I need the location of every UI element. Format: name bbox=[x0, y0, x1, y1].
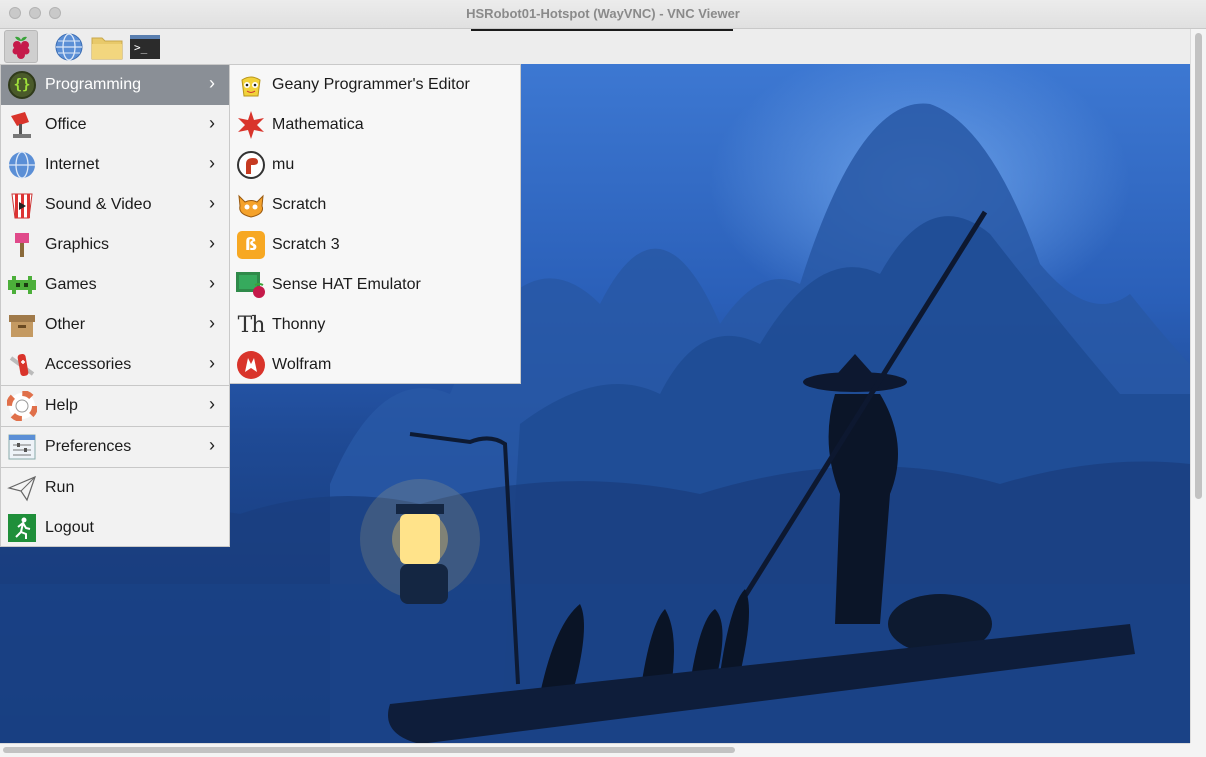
horizontal-scrollbar[interactable] bbox=[0, 743, 1190, 757]
folder-icon bbox=[91, 37, 123, 59]
menu-item-preferences[interactable]: Preferences › bbox=[1, 427, 230, 467]
menu-item-label: Accessories bbox=[45, 356, 132, 373]
submenu-item-label: Scratch 3 bbox=[272, 236, 340, 253]
taskbar: >_ bbox=[0, 29, 1190, 64]
submenu-item-thonny[interactable]: Th Thonny bbox=[230, 305, 520, 345]
menu-item-label: Run bbox=[45, 479, 75, 496]
menu-item-office[interactable]: Office › bbox=[1, 105, 230, 145]
menu-item-label: Sound & Video bbox=[45, 196, 152, 213]
internet-icon bbox=[6, 149, 38, 181]
submenu-item-scratch-3[interactable]: ß Scratch 3 bbox=[230, 225, 520, 265]
chevron-right-icon: › bbox=[209, 153, 215, 173]
thonny-icon: Th bbox=[235, 309, 267, 341]
horizontal-scroll-thumb[interactable] bbox=[3, 747, 735, 753]
menu-item-label: Preferences bbox=[45, 438, 132, 455]
window-titlebar[interactable]: HSRobot01-Hotspot (WayVNC) - VNC Viewer bbox=[0, 0, 1206, 29]
menu-item-label: Other bbox=[45, 316, 86, 333]
web-browser-button[interactable] bbox=[52, 30, 86, 63]
chevron-right-icon: › bbox=[209, 193, 215, 213]
submenu-item-sense-hat[interactable]: Sense HAT Emulator bbox=[230, 265, 520, 305]
chevron-right-icon: › bbox=[209, 273, 215, 293]
tooltip-edge bbox=[471, 29, 733, 31]
submenu-item-label: Geany Programmer's Editor bbox=[272, 76, 470, 93]
menu-item-label: Internet bbox=[45, 156, 100, 173]
menu-item-accessories[interactable]: Accessories › bbox=[1, 345, 230, 385]
window-title: HSRobot01-Hotspot (WayVNC) - VNC Viewer bbox=[466, 6, 740, 21]
sound-video-icon bbox=[6, 189, 38, 221]
terminal-icon: >_ bbox=[130, 34, 160, 59]
submenu-item-label: Wolfram bbox=[272, 356, 332, 373]
vertical-scroll-thumb[interactable] bbox=[1195, 33, 1202, 499]
submenu-item-mathematica[interactable]: Mathematica bbox=[230, 105, 520, 145]
logout-icon bbox=[6, 512, 38, 544]
globe-icon bbox=[55, 32, 83, 61]
menu-item-games[interactable]: Games › bbox=[1, 265, 230, 305]
chevron-right-icon: › bbox=[209, 233, 215, 253]
submenu-item-label: Scratch bbox=[272, 196, 327, 213]
menu-item-help[interactable]: Help › bbox=[1, 386, 230, 426]
scroll-corner bbox=[1190, 743, 1206, 757]
chevron-right-icon: › bbox=[209, 313, 215, 333]
chevron-right-icon: › bbox=[209, 394, 215, 414]
vertical-scrollbar[interactable] bbox=[1190, 29, 1206, 743]
menu-item-other[interactable]: Other › bbox=[1, 305, 230, 345]
scratch3-icon: ß bbox=[235, 229, 267, 261]
mu-icon bbox=[235, 149, 267, 181]
submenu-item-mu[interactable]: mu bbox=[230, 145, 520, 185]
programming-icon: {} bbox=[6, 69, 38, 101]
other-icon bbox=[6, 309, 38, 341]
menu-item-graphics[interactable]: Graphics › bbox=[1, 225, 230, 265]
programming-submenu: Geany Programmer's Editor Mathematica mu… bbox=[229, 64, 521, 384]
sense-hat-icon bbox=[235, 269, 267, 301]
submenu-item-label: Thonny bbox=[272, 316, 326, 333]
applications-menu-button[interactable] bbox=[4, 30, 38, 63]
submenu-item-label: Sense HAT Emulator bbox=[272, 276, 421, 293]
games-icon bbox=[6, 269, 38, 301]
mathematica-icon bbox=[235, 109, 267, 141]
submenu-item-wolfram[interactable]: Wolfram bbox=[230, 345, 520, 385]
menu-item-programming[interactable]: {} Programming › bbox=[1, 65, 230, 105]
applications-menu: {} Programming › Office › Internet › Sou… bbox=[0, 64, 230, 547]
file-manager-button[interactable] bbox=[90, 30, 124, 63]
preferences-icon bbox=[6, 431, 38, 463]
scratch-icon bbox=[235, 189, 267, 221]
menu-item-run[interactable]: Run bbox=[1, 468, 230, 508]
run-icon bbox=[6, 472, 38, 504]
menu-item-label: Games bbox=[45, 276, 97, 293]
menu-item-internet[interactable]: Internet › bbox=[1, 145, 230, 185]
submenu-item-label: Mathematica bbox=[272, 116, 364, 133]
wolfram-icon bbox=[235, 349, 267, 381]
help-icon bbox=[6, 390, 38, 422]
graphics-icon bbox=[6, 229, 38, 261]
geany-icon bbox=[235, 69, 267, 101]
submenu-item-scratch[interactable]: Scratch bbox=[230, 185, 520, 225]
thonny-glyph: Th bbox=[237, 312, 266, 338]
chevron-right-icon: › bbox=[209, 435, 215, 455]
terminal-button[interactable]: >_ bbox=[128, 30, 162, 63]
accessories-icon bbox=[6, 349, 38, 381]
submenu-item-geany[interactable]: Geany Programmer's Editor bbox=[230, 65, 520, 105]
menu-item-label: Logout bbox=[45, 519, 94, 536]
chevron-right-icon: › bbox=[209, 353, 215, 373]
menu-item-label: Help bbox=[45, 397, 78, 414]
menu-item-sound-video[interactable]: Sound & Video › bbox=[1, 185, 230, 225]
chevron-right-icon: › bbox=[209, 73, 215, 93]
menu-item-label: Programming bbox=[45, 76, 142, 93]
menu-item-label: Graphics bbox=[45, 236, 110, 253]
chevron-right-icon: › bbox=[209, 113, 215, 133]
terminal-prompt: >_ bbox=[134, 40, 148, 54]
menu-item-logout[interactable]: Logout bbox=[1, 508, 230, 548]
submenu-item-label: mu bbox=[272, 156, 295, 173]
raspberry-icon bbox=[12, 36, 30, 59]
office-icon bbox=[6, 109, 38, 141]
menu-item-label: Office bbox=[45, 116, 87, 133]
